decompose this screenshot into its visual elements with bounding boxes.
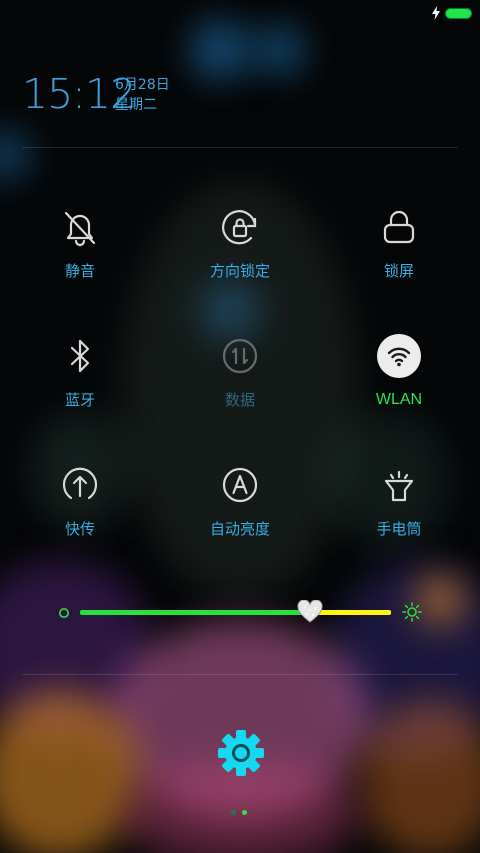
toggle-flashlight-label: 手电筒	[376, 520, 422, 538]
mobile-data-icon	[222, 338, 258, 374]
sun-icon	[402, 602, 422, 622]
toggle-lock-screen-label: 锁屏	[383, 262, 414, 280]
toggle-wlan[interactable]: WLAN	[339, 334, 459, 424]
bell-off-icon	[64, 211, 96, 247]
toggle-bluetooth[interactable]: 蓝牙	[20, 334, 140, 424]
wallpaper	[0, 0, 480, 853]
auto-brightness-icon	[222, 467, 258, 503]
wifi-icon	[377, 334, 421, 378]
toggle-mobile-data-label: 数据	[224, 391, 255, 409]
lock-icon	[383, 210, 415, 244]
page-dot-2[interactable]	[242, 810, 247, 815]
toggle-mute[interactable]: 静音	[20, 205, 140, 295]
toggle-bluetooth-label: 蓝牙	[64, 391, 95, 409]
toggle-quick-transfer[interactable]: 快传	[20, 463, 140, 553]
divider	[22, 674, 458, 675]
lightning-bolt-icon	[432, 6, 440, 20]
divider	[22, 147, 458, 148]
clock-weekday: 星期二	[115, 97, 157, 113]
brightness-track-fill	[80, 610, 306, 615]
toggle-quick-transfer-label: 快传	[64, 520, 95, 538]
brightness-slider[interactable]	[55, 597, 425, 629]
page-dot-1[interactable]	[231, 810, 236, 815]
status-bar	[0, 0, 480, 28]
toggle-wlan-label: WLAN	[375, 391, 423, 408]
gear-icon[interactable]	[216, 728, 266, 778]
toggle-mobile-data[interactable]: 数据	[180, 334, 300, 424]
heart-icon[interactable]	[297, 600, 323, 624]
flashlight-icon	[384, 470, 414, 502]
toggle-rotation-lock-label: 方向锁定	[209, 262, 270, 280]
toggle-auto-brightness-label: 自动亮度	[209, 520, 270, 538]
toggle-auto-brightness[interactable]: 自动亮度	[180, 463, 300, 553]
quick-transfer-icon	[62, 467, 98, 500]
toggle-flashlight[interactable]: 手电筒	[339, 463, 459, 553]
toggle-rotation-lock[interactable]: 方向锁定	[180, 205, 300, 295]
toggle-lock-screen[interactable]: 锁屏	[339, 205, 459, 295]
page-indicator	[231, 808, 251, 816]
clock-date: 6月28日	[115, 77, 170, 93]
rotation-lock-icon	[222, 210, 257, 245]
toggle-mute-label: 静音	[64, 262, 95, 280]
battery-full-icon	[445, 8, 472, 19]
brightness-low-icon	[59, 608, 69, 618]
bluetooth-icon	[70, 339, 90, 373]
